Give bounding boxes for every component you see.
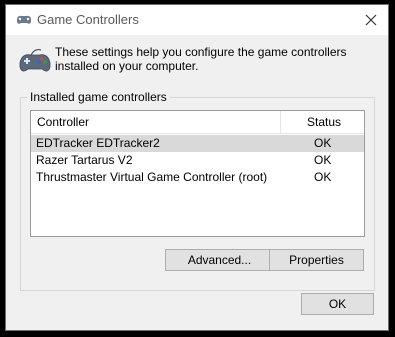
controller-status: OK: [314, 170, 332, 184]
column-header-status[interactable]: Status: [281, 111, 364, 133]
column-header-controller[interactable]: Controller: [31, 111, 281, 133]
list-item[interactable]: Thrustmaster Virtual Game Controller (ro…: [31, 169, 364, 186]
close-button[interactable]: [360, 9, 382, 31]
controller-status: OK: [314, 153, 332, 167]
window-title: Game Controllers: [37, 12, 139, 27]
list-item[interactable]: Razer Tartarus V2 OK: [31, 152, 364, 169]
controller-status: OK: [314, 136, 332, 150]
title-bar: Game Controllers: [6, 5, 388, 35]
ok-button[interactable]: OK: [301, 293, 374, 315]
controller-name: EDTracker EDTracker2: [36, 136, 160, 150]
group-label: Installed game controllers: [27, 90, 170, 104]
controllers-list[interactable]: Controller Status EDTracker EDTracker2 O…: [30, 110, 365, 237]
controller-name: Thrustmaster Virtual Game Controller (ro…: [36, 170, 268, 184]
description-text: These settings help you configure the ga…: [55, 45, 347, 73]
list-header: Controller Status: [31, 111, 364, 134]
gamepad-icon: [17, 46, 53, 78]
game-controllers-dialog: Game Controllers These settings help you…: [5, 4, 389, 331]
properties-button[interactable]: Properties: [269, 249, 364, 271]
installed-controllers-group: Installed game controllers Controller St…: [20, 90, 375, 291]
gamepad-icon: [15, 13, 33, 27]
close-icon: [365, 14, 377, 26]
list-item[interactable]: EDTracker EDTracker2 OK: [31, 135, 364, 152]
controller-name: Razer Tartarus V2: [36, 153, 133, 167]
advanced-button[interactable]: Advanced...: [165, 249, 274, 271]
